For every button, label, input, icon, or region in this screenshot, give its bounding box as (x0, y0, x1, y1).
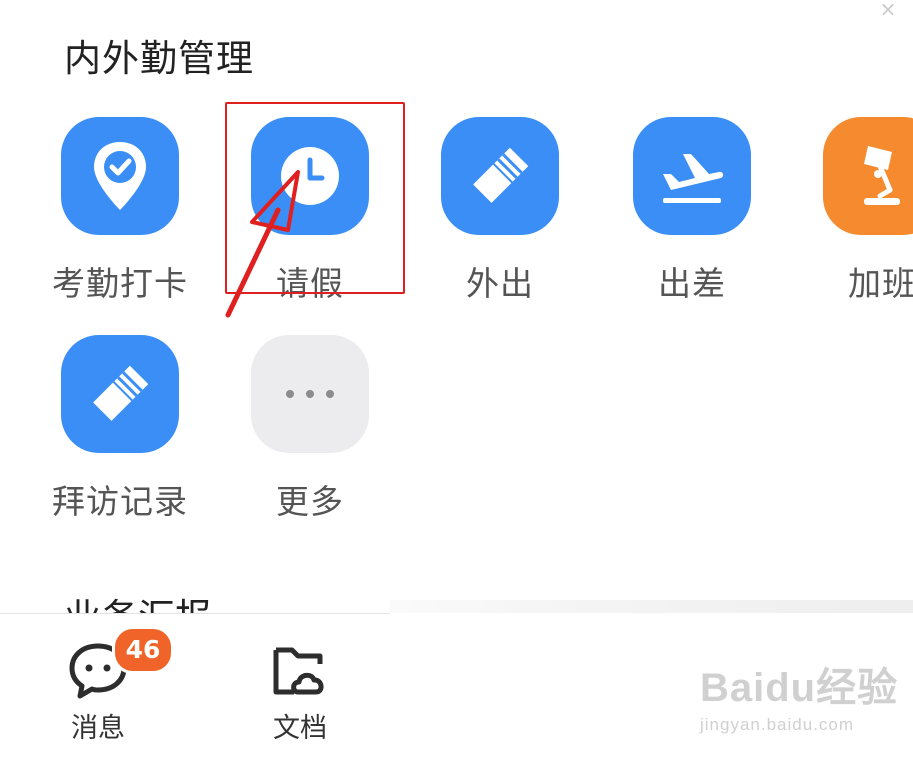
more-dots-icon (251, 335, 369, 453)
app-tile-attendance[interactable]: 考勤打卡 (25, 117, 215, 305)
unread-badge: 46 (112, 626, 174, 674)
folder-cloud-icon (240, 640, 360, 700)
app-label: 更多 (276, 482, 344, 521)
location-check-icon (61, 117, 179, 235)
close-icon[interactable]: × (879, 0, 897, 19)
app-tile-business-trip[interactable]: 出差 (597, 117, 787, 305)
watermark-sub: jingyan.baidu.com (700, 715, 855, 734)
baidu-watermark: Baidu经验 jingyan.baidu.com (700, 655, 898, 735)
desk-lamp-icon (823, 117, 913, 235)
app-label: 加班 (848, 264, 913, 303)
nav-label: 文档 (273, 713, 327, 744)
section-title: 业务汇报 (64, 588, 212, 614)
section-title: 内外勤管理 (64, 37, 254, 80)
app-label: 外出 (466, 264, 534, 303)
highlight-box (225, 102, 405, 294)
watermark-main: Baidu经验 (700, 666, 899, 710)
app-tile-outing[interactable]: 外出 (405, 117, 595, 305)
divider (0, 613, 390, 614)
airplane-takeoff-icon (633, 117, 751, 235)
eraser-icon (61, 335, 179, 453)
nav-label: 消息 (71, 713, 125, 744)
nav-item-documents[interactable]: 文档 (240, 640, 360, 745)
app-tile-more[interactable]: 更多 (215, 335, 405, 523)
app-tile-overtime[interactable]: 加班 (787, 117, 913, 305)
app-tile-visit-record[interactable]: 拜访记录 (25, 335, 215, 523)
app-label: 考勤打卡 (52, 264, 188, 303)
app-label: 拜访记录 (52, 482, 188, 521)
eraser-icon (441, 117, 559, 235)
app-label: 出差 (658, 264, 726, 303)
